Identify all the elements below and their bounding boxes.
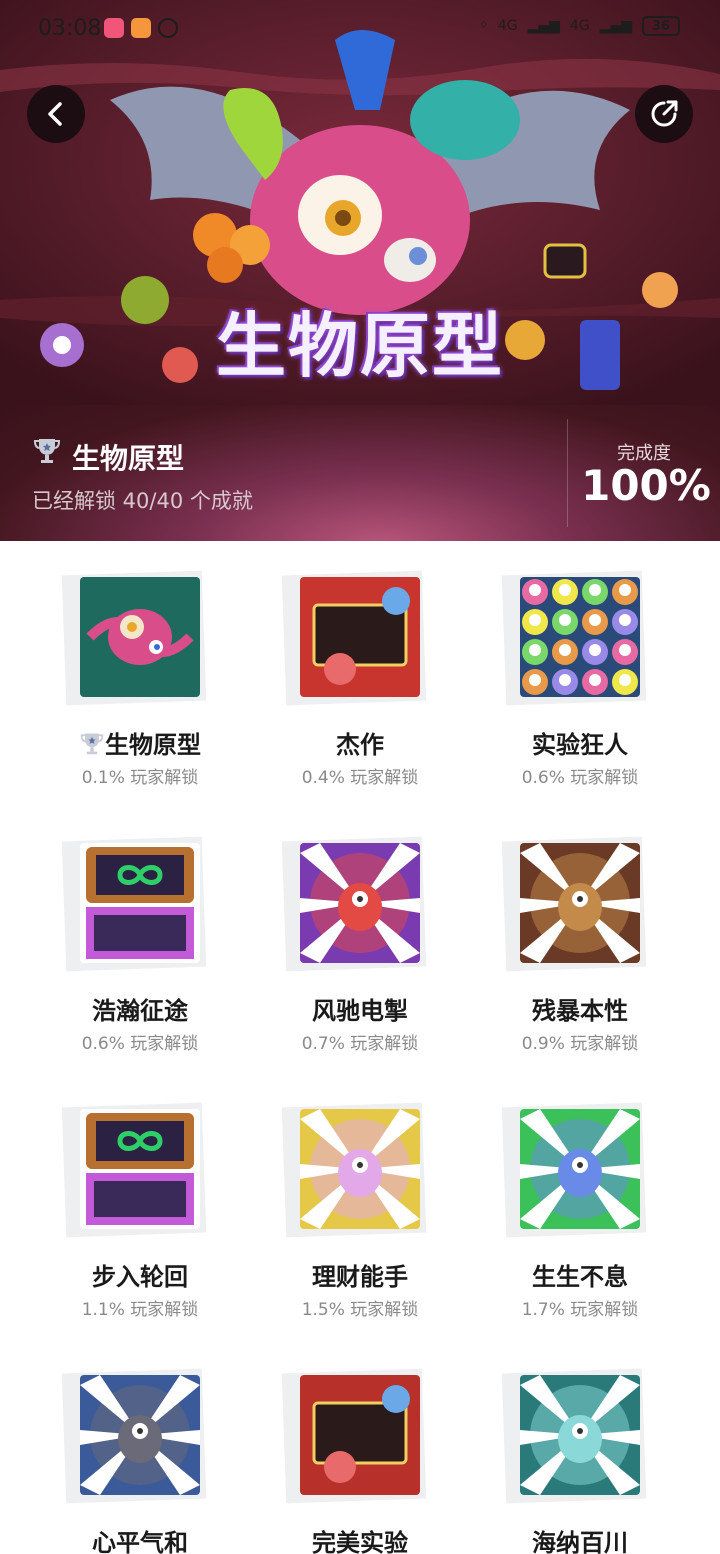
signal-4g-label-2: 4G <box>569 18 590 34</box>
yellow-blob-burst-icon <box>300 1109 420 1229</box>
achievement-summary: 生物原型 已经解锁 40/40 个成就 完成度 100% <box>0 405 720 541</box>
signal-4g-label: 4G <box>497 18 518 34</box>
achievement-name: 风驰电掣 <box>250 991 470 1026</box>
trophy-icon <box>33 439 61 463</box>
achievement-card[interactable]: 残暴本性 0.9% 玩家解锁 <box>470 807 690 1073</box>
achievement-art <box>61 570 208 707</box>
hero-banner: 03:08 ᛜ 4G ▂▄▆ 4G ▂▄▆ 36 生物原型 <box>0 0 720 405</box>
signal-bars-icon-2: ▂▄▆ <box>599 18 632 34</box>
game-title: 生物原型 <box>72 442 185 475</box>
achievement-card[interactable]: 生物原型 0.1% 玩家解锁 <box>30 541 250 807</box>
unlock-rate: 0.6% 玩家解锁 <box>521 768 639 788</box>
achievement-name: 完美实验 <box>250 1523 470 1554</box>
unlock-rate: 0.4% 玩家解锁 <box>301 768 419 788</box>
achievement-art <box>281 570 428 707</box>
achievement-art <box>61 836 208 973</box>
achievement-card[interactable]: 完美实验 <box>250 1339 470 1554</box>
achievement-art <box>61 1102 208 1239</box>
eyeball-swarm-icon <box>520 577 640 697</box>
achievement-card[interactable]: 风驰电掣 0.7% 玩家解锁 <box>250 807 470 1073</box>
achievement-name: 残暴本性 <box>470 991 690 1026</box>
status-time: 03:08 <box>38 16 102 41</box>
status-right: ᛜ 4G ▂▄▆ 4G ▂▄▆ 36 <box>479 16 680 36</box>
infinity-35-icon <box>80 843 200 963</box>
back-button[interactable] <box>27 85 85 143</box>
achievement-name: 步入轮回 <box>30 1257 250 1292</box>
speed-gauge-icon <box>158 18 178 38</box>
unlock-count: 已经解锁 40/40 个成就 <box>32 489 253 513</box>
achievement-grid: 生物原型 0.1% 玩家解锁 杰作 0.4% 玩家解锁 实验狂人 0.6% 玩家解锁 浩… <box>30 541 690 1554</box>
lv5-masterpiece-icon <box>300 577 420 697</box>
unlock-rate: 0.9% 玩家解锁 <box>521 1034 639 1054</box>
achievement-card[interactable]: 理财能手 1.5% 玩家解锁 <box>250 1073 470 1339</box>
divider <box>567 419 568 527</box>
achievement-name-text: 实验狂人 <box>532 731 628 759</box>
achievement-name: 实验狂人 <box>470 725 690 760</box>
achievement-card[interactable]: 实验狂人 0.6% 玩家解锁 <box>470 541 690 807</box>
achievement-art <box>61 1368 208 1505</box>
achievement-card[interactable]: 步入轮回 1.1% 玩家解锁 <box>30 1073 250 1339</box>
lv5-red-icon <box>300 1375 420 1495</box>
achievement-card[interactable]: 杰作 0.4% 玩家解锁 <box>250 541 470 807</box>
achievement-name-text: 海纳百川 <box>532 1529 628 1554</box>
achievement-name: 理财能手 <box>250 1257 470 1292</box>
achievement-name-text: 生生不息 <box>532 1263 628 1291</box>
app-notification-icon <box>104 18 124 38</box>
achievement-card[interactable]: 心平气和 <box>30 1339 250 1554</box>
gray-blob-burst-icon <box>80 1375 200 1495</box>
achievement-art <box>281 1102 428 1239</box>
achievement-card[interactable]: 浩瀚征途 0.6% 玩家解锁 <box>30 807 250 1073</box>
achievement-card[interactable]: 生生不息 1.7% 玩家解锁 <box>470 1073 690 1339</box>
achievement-name: 杰作 <box>250 725 470 760</box>
trophy-icon <box>79 731 105 759</box>
unlock-rate: 1.5% 玩家解锁 <box>301 1300 419 1320</box>
achievement-art <box>281 1368 428 1505</box>
share-icon <box>651 100 678 127</box>
teal-blob-burst-icon <box>520 1375 640 1495</box>
achievement-card[interactable]: 海纳百川 <box>470 1339 690 1554</box>
unlock-rate: 1.1% 玩家解锁 <box>81 1300 199 1320</box>
red-blob-burst-icon <box>300 843 420 963</box>
hero-title-art: 生物原型 <box>216 305 504 387</box>
bluetooth-icon: ᛜ <box>479 18 488 34</box>
creature-brain-icon <box>80 577 200 697</box>
achievement-page: 03:08 ᛜ 4G ▂▄▆ 4G ▂▄▆ 36 生物原型 生物原型 已经解锁 … <box>0 0 720 1554</box>
achievement-name: 海纳百川 <box>470 1523 690 1554</box>
battery-icon: 36 <box>642 16 680 36</box>
achievement-name-text: 理财能手 <box>312 1263 408 1291</box>
completion-value: 100% <box>581 461 711 510</box>
unlock-rate: 0.1% 玩家解锁 <box>81 768 199 788</box>
achievement-name-text: 浩瀚征途 <box>92 997 188 1025</box>
achievement-art <box>501 1368 648 1505</box>
achievement-name: 浩瀚征途 <box>30 991 250 1026</box>
achievement-name-text: 风驰电掣 <box>312 997 408 1025</box>
brown-blob-burst-icon <box>520 843 640 963</box>
unlock-rate: 1.7% 玩家解锁 <box>521 1300 639 1320</box>
achievement-art <box>281 836 428 973</box>
unlock-rate: 0.7% 玩家解锁 <box>301 1034 419 1054</box>
achievement-name: 生物原型 <box>30 725 250 760</box>
achievement-name-text: 完美实验 <box>312 1529 408 1554</box>
green-blob-burst-icon <box>520 1109 640 1229</box>
achievement-art <box>501 570 648 707</box>
achievement-name-text: 心平气和 <box>92 1529 188 1554</box>
unlock-rate: 0.6% 玩家解锁 <box>81 1034 199 1054</box>
achievement-name-text: 杰作 <box>336 731 384 759</box>
achievement-name-text: 残暴本性 <box>532 997 628 1025</box>
achievement-name-text: 生物原型 <box>105 731 201 759</box>
achievement-art <box>501 1102 648 1239</box>
share-button[interactable] <box>635 85 693 143</box>
achievement-name-text: 步入轮回 <box>92 1263 188 1291</box>
chevron-left-icon <box>48 102 62 126</box>
app-notification-icon <box>131 18 151 38</box>
achievement-name: 心平气和 <box>30 1523 250 1554</box>
achievement-name: 生生不息 <box>470 1257 690 1292</box>
infinity-25-icon <box>80 1109 200 1229</box>
signal-bars-icon: ▂▄▆ <box>527 18 560 34</box>
achievement-art <box>501 836 648 973</box>
status-bar: 03:08 ᛜ 4G ▂▄▆ 4G ▂▄▆ 36 <box>0 0 720 60</box>
